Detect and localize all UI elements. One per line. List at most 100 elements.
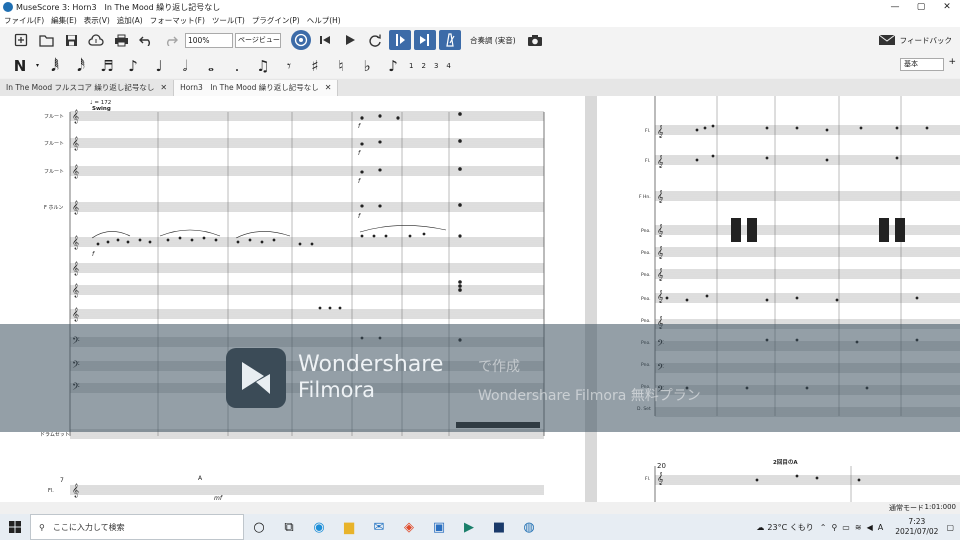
voice-3-button[interactable]: 3 bbox=[434, 62, 438, 70]
score-page-right[interactable]: 𝄞𝄞𝄞𝄞𝄞 𝄞𝄞𝄞𝄢𝄢𝄢𝄞 Fl. Fl. F Hn. Pno. Pno. Pn… bbox=[597, 96, 960, 502]
note-input-toolbar: N ▾ 𝅘𝅥𝅱 𝅘𝅥𝅰 ♬ ♪ ♩ 𝅗𝅥 𝅝 . ♫ 𝄾 ♯ ♮ ♭ ♪ 1 2… bbox=[0, 53, 960, 78]
menu-edit[interactable]: 編集(E) bbox=[51, 15, 77, 26]
rewind-icon[interactable] bbox=[314, 30, 336, 50]
undo-icon[interactable] bbox=[135, 30, 157, 50]
sixtyfourth-note-icon[interactable]: 𝅘𝅥𝅱 bbox=[45, 57, 65, 75]
close-button[interactable]: ✕ bbox=[934, 0, 960, 14]
file-explorer-icon[interactable]: ▆ bbox=[334, 514, 364, 540]
concert-pitch-toggle[interactable]: 合奏調 (実音) bbox=[470, 35, 516, 46]
svg-text:𝄞: 𝄞 bbox=[72, 307, 79, 321]
recorder-app-icon[interactable]: ■ bbox=[484, 514, 514, 540]
windows-start-icon[interactable] bbox=[0, 514, 30, 540]
menu-format[interactable]: フォーマット(F) bbox=[150, 15, 205, 26]
instr-label-pno: Pno. bbox=[641, 250, 651, 256]
maximize-button[interactable]: ▢ bbox=[908, 0, 934, 14]
volume-icon[interactable]: ◀ bbox=[867, 523, 873, 532]
musescore-app-icon bbox=[3, 2, 13, 12]
chevron-up-icon[interactable]: ⌃ bbox=[820, 523, 827, 532]
svg-text:𝄞: 𝄞 bbox=[657, 155, 664, 168]
whole-note-icon[interactable]: 𝅝 bbox=[201, 57, 221, 75]
instr-label-pno: Pno. bbox=[641, 228, 651, 234]
ime-icon[interactable]: A bbox=[878, 523, 883, 532]
notification-icon[interactable]: ▢ bbox=[946, 523, 954, 532]
taskbar-search-box[interactable]: ⚲ ここに入力して検索 bbox=[30, 514, 244, 540]
instr-label-horn: F ホルン bbox=[44, 205, 63, 211]
half-note-icon[interactable]: 𝅗𝅥 bbox=[175, 57, 195, 75]
print-icon[interactable] bbox=[110, 30, 132, 50]
svg-text:𝄞: 𝄞 bbox=[657, 472, 664, 485]
taskbar-clock[interactable]: 7:23 2021/07/02 bbox=[895, 517, 938, 537]
clock-date: 2021/07/02 bbox=[895, 527, 939, 536]
flip-direction-icon[interactable]: ♪ bbox=[383, 57, 403, 75]
workspace-add-icon[interactable]: + bbox=[948, 57, 956, 67]
play-icon[interactable] bbox=[339, 30, 361, 50]
mail-icon[interactable]: ✉ bbox=[364, 514, 394, 540]
window-title: MuseScore 3: Horn3 In The Mood 繰り返し記号なし bbox=[16, 2, 221, 12]
cortana-icon[interactable]: ○ bbox=[244, 514, 274, 540]
view-mode-select[interactable]: ページビュー bbox=[235, 32, 281, 48]
eighth-note-icon[interactable]: ♪ bbox=[123, 57, 143, 75]
menu-plugins[interactable]: プラグイン(P) bbox=[252, 15, 300, 26]
menu-view[interactable]: 表示(V) bbox=[84, 15, 110, 26]
sharp-icon[interactable]: ♯ bbox=[305, 57, 325, 75]
new-score-icon[interactable] bbox=[10, 30, 32, 50]
dynamic-f: f bbox=[358, 150, 361, 157]
voice-1-button[interactable]: 1 bbox=[409, 62, 413, 70]
filmora-taskbar-icon[interactable]: ▶ bbox=[454, 514, 484, 540]
sixteenth-note-icon[interactable]: ♬ bbox=[97, 57, 117, 75]
loop-icon[interactable] bbox=[364, 30, 386, 50]
tab-full-score[interactable]: In The Mood フルスコア 繰り返し記号なし ✕ bbox=[0, 80, 175, 96]
edge-browser-icon[interactable]: ◉ bbox=[304, 514, 334, 540]
battery-icon[interactable]: ▭ bbox=[842, 523, 850, 532]
metronome-icon[interactable] bbox=[439, 30, 461, 50]
menu-file[interactable]: ファイル(F) bbox=[4, 15, 44, 26]
natural-icon[interactable]: ♮ bbox=[331, 57, 351, 75]
loop-in-icon[interactable] bbox=[389, 30, 411, 50]
network-icon[interactable]: ⚲ bbox=[831, 523, 837, 532]
score-canvas[interactable]: 𝄞𝄞𝄞𝄞 𝄞𝄞𝄞𝄞 𝄢𝄢𝄢𝄞 フルート フルート フルート F ホルン ドラムセ… bbox=[0, 96, 960, 502]
image-capture-icon[interactable] bbox=[524, 30, 546, 50]
rest-icon[interactable]: 𝄾 bbox=[279, 57, 299, 75]
minimize-button[interactable]: — bbox=[882, 0, 908, 14]
cloud-upload-icon[interactable] bbox=[85, 30, 107, 50]
quarter-note-icon[interactable]: ♩ bbox=[149, 57, 169, 75]
flat-icon[interactable]: ♭ bbox=[357, 57, 377, 75]
chevron-down-icon[interactable]: ▾ bbox=[36, 62, 39, 69]
zoom-input[interactable]: 100% bbox=[185, 32, 233, 48]
open-folder-icon[interactable] bbox=[35, 30, 57, 50]
close-tab-icon[interactable]: ✕ bbox=[325, 83, 332, 92]
voice-4-button[interactable]: 4 bbox=[446, 62, 450, 70]
menu-tools[interactable]: ツール(T) bbox=[212, 15, 245, 26]
menu-add[interactable]: 追加(A) bbox=[117, 15, 143, 26]
musescore-taskbar-icon[interactable]: ◍ bbox=[514, 514, 544, 540]
score-page-left[interactable]: 𝄞𝄞𝄞𝄞 𝄞𝄞𝄞𝄞 𝄢𝄢𝄢𝄞 フルート フルート フルート F ホルン ドラムセ… bbox=[0, 96, 585, 502]
svg-text:𝄞: 𝄞 bbox=[657, 224, 664, 237]
search-icon: ⚲ bbox=[39, 522, 45, 532]
watermark-brand-line2: Filmora bbox=[298, 378, 376, 402]
instr-label-flute-1: フルート bbox=[44, 114, 64, 120]
task-view-icon[interactable]: ⧉ bbox=[274, 514, 304, 540]
workspace-select[interactable]: 基本 bbox=[900, 58, 944, 71]
augmentation-dot-icon[interactable]: . bbox=[227, 57, 247, 75]
feedback-button[interactable]: フィードバック bbox=[878, 34, 952, 46]
save-icon[interactable] bbox=[60, 30, 82, 50]
filmora-logo-icon bbox=[226, 348, 286, 408]
note-input-mode-icon[interactable] bbox=[291, 30, 311, 50]
cloud-weather-icon[interactable]: ☁ bbox=[756, 523, 764, 532]
rehearsal-mark-a: A bbox=[198, 475, 203, 482]
media-app-icon[interactable]: ◈ bbox=[394, 514, 424, 540]
close-tab-icon[interactable]: ✕ bbox=[160, 83, 167, 92]
play-repeats-icon[interactable] bbox=[414, 30, 436, 50]
thirty-second-note-icon[interactable]: 𝅘𝅥𝅰 bbox=[71, 57, 91, 75]
wifi-icon[interactable]: ≋ bbox=[855, 523, 862, 532]
menu-help[interactable]: ヘルプ(H) bbox=[307, 15, 341, 26]
voice-2-button[interactable]: 2 bbox=[421, 62, 425, 70]
svg-text:𝄞: 𝄞 bbox=[72, 200, 79, 214]
redo-icon[interactable] bbox=[160, 30, 182, 50]
note-input-pen-icon[interactable]: N bbox=[10, 57, 30, 75]
photos-app-icon[interactable]: ▣ bbox=[424, 514, 454, 540]
tie-icon[interactable]: ♫ bbox=[253, 57, 273, 75]
weather-text[interactable]: 23°C くもり bbox=[767, 522, 813, 533]
instr-label-flute-3: フルート bbox=[44, 169, 64, 175]
tab-horn3[interactable]: Horn3 In The Mood 繰り返し記号なし ✕ bbox=[174, 80, 339, 96]
